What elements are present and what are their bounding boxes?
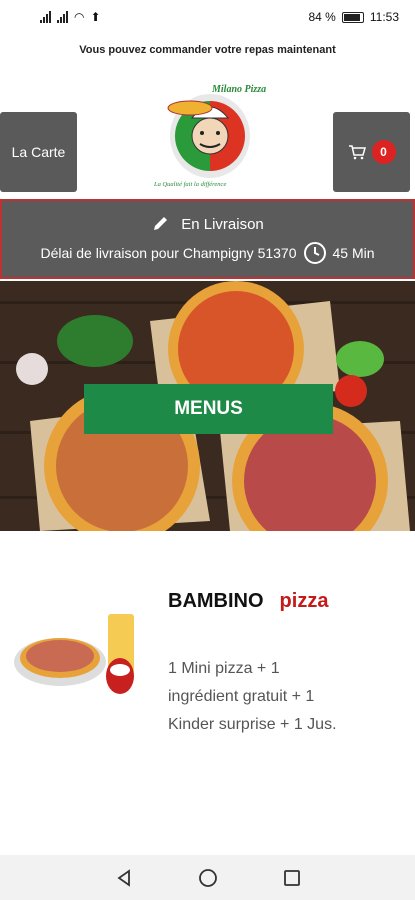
product-image bbox=[14, 614, 134, 694]
delivery-mode-row: En Livraison bbox=[2, 215, 413, 233]
cart-count-badge: 0 bbox=[371, 140, 396, 164]
wifi-icon: ◠ bbox=[74, 10, 85, 24]
notification-icon: ⬆ bbox=[90, 10, 101, 24]
product-description: 1 Mini pizza + 1 ingrédient gratuit + 1 … bbox=[168, 660, 337, 733]
android-nav-bar bbox=[0, 855, 415, 900]
clock-icon bbox=[303, 242, 326, 264]
cart-icon bbox=[348, 145, 366, 160]
delivery-info-text: Délai de livraison pour Champigny 51370 bbox=[40, 245, 297, 261]
delivery-info-row: Délai de livraison pour Champigny 51370 … bbox=[2, 241, 413, 265]
logo-text-bottom: La Qualité fait la différence bbox=[153, 181, 226, 188]
back-icon[interactable] bbox=[114, 868, 134, 888]
pizzeria-logo: Milano Pizza La Qualité fait la différen… bbox=[153, 84, 266, 188]
delivery-info-panel[interactable]: En Livraison Délai de livraison pour Cha… bbox=[0, 199, 415, 279]
home-icon[interactable] bbox=[198, 868, 218, 888]
product-category: pizza bbox=[279, 590, 329, 612]
hero-pizza-image: MENUS bbox=[0, 281, 415, 531]
battery-percent: 84 % bbox=[308, 10, 336, 24]
delivery-mode: En Livraison bbox=[181, 215, 264, 233]
product-name: BAMBINO bbox=[168, 590, 264, 612]
status-bar: ◠ ⬆ 84 % 11:53 bbox=[0, 0, 415, 34]
cart-button[interactable]: 0 bbox=[333, 112, 410, 192]
status-left: ◠ ⬆ bbox=[40, 10, 101, 24]
product-card-bambino[interactable]: BAMBINO pizza 1 Mini pizza + 1 ingrédient… bbox=[0, 580, 415, 810]
status-right: 84 % 11:53 bbox=[309, 10, 400, 24]
recents-icon[interactable] bbox=[282, 868, 302, 888]
pencil-icon bbox=[154, 217, 168, 230]
menu-card-button[interactable]: La Carte bbox=[0, 112, 77, 192]
menu-card-label: La Carte bbox=[11, 144, 66, 160]
signal-icon bbox=[40, 11, 51, 23]
delivery-time: 45 Min bbox=[332, 245, 375, 261]
menus-button-label: MENUS bbox=[174, 398, 243, 419]
battery-icon bbox=[341, 11, 364, 23]
product-title: BAMBINO pizza bbox=[168, 590, 328, 613]
logo-text-top: Milano Pizza bbox=[211, 84, 266, 95]
clock-time: 11:53 bbox=[369, 10, 399, 24]
menus-button[interactable]: MENUS bbox=[84, 384, 333, 434]
order-banner: Vous pouvez commander votre repas mainte… bbox=[79, 44, 336, 56]
signal-icon-2 bbox=[57, 11, 68, 23]
